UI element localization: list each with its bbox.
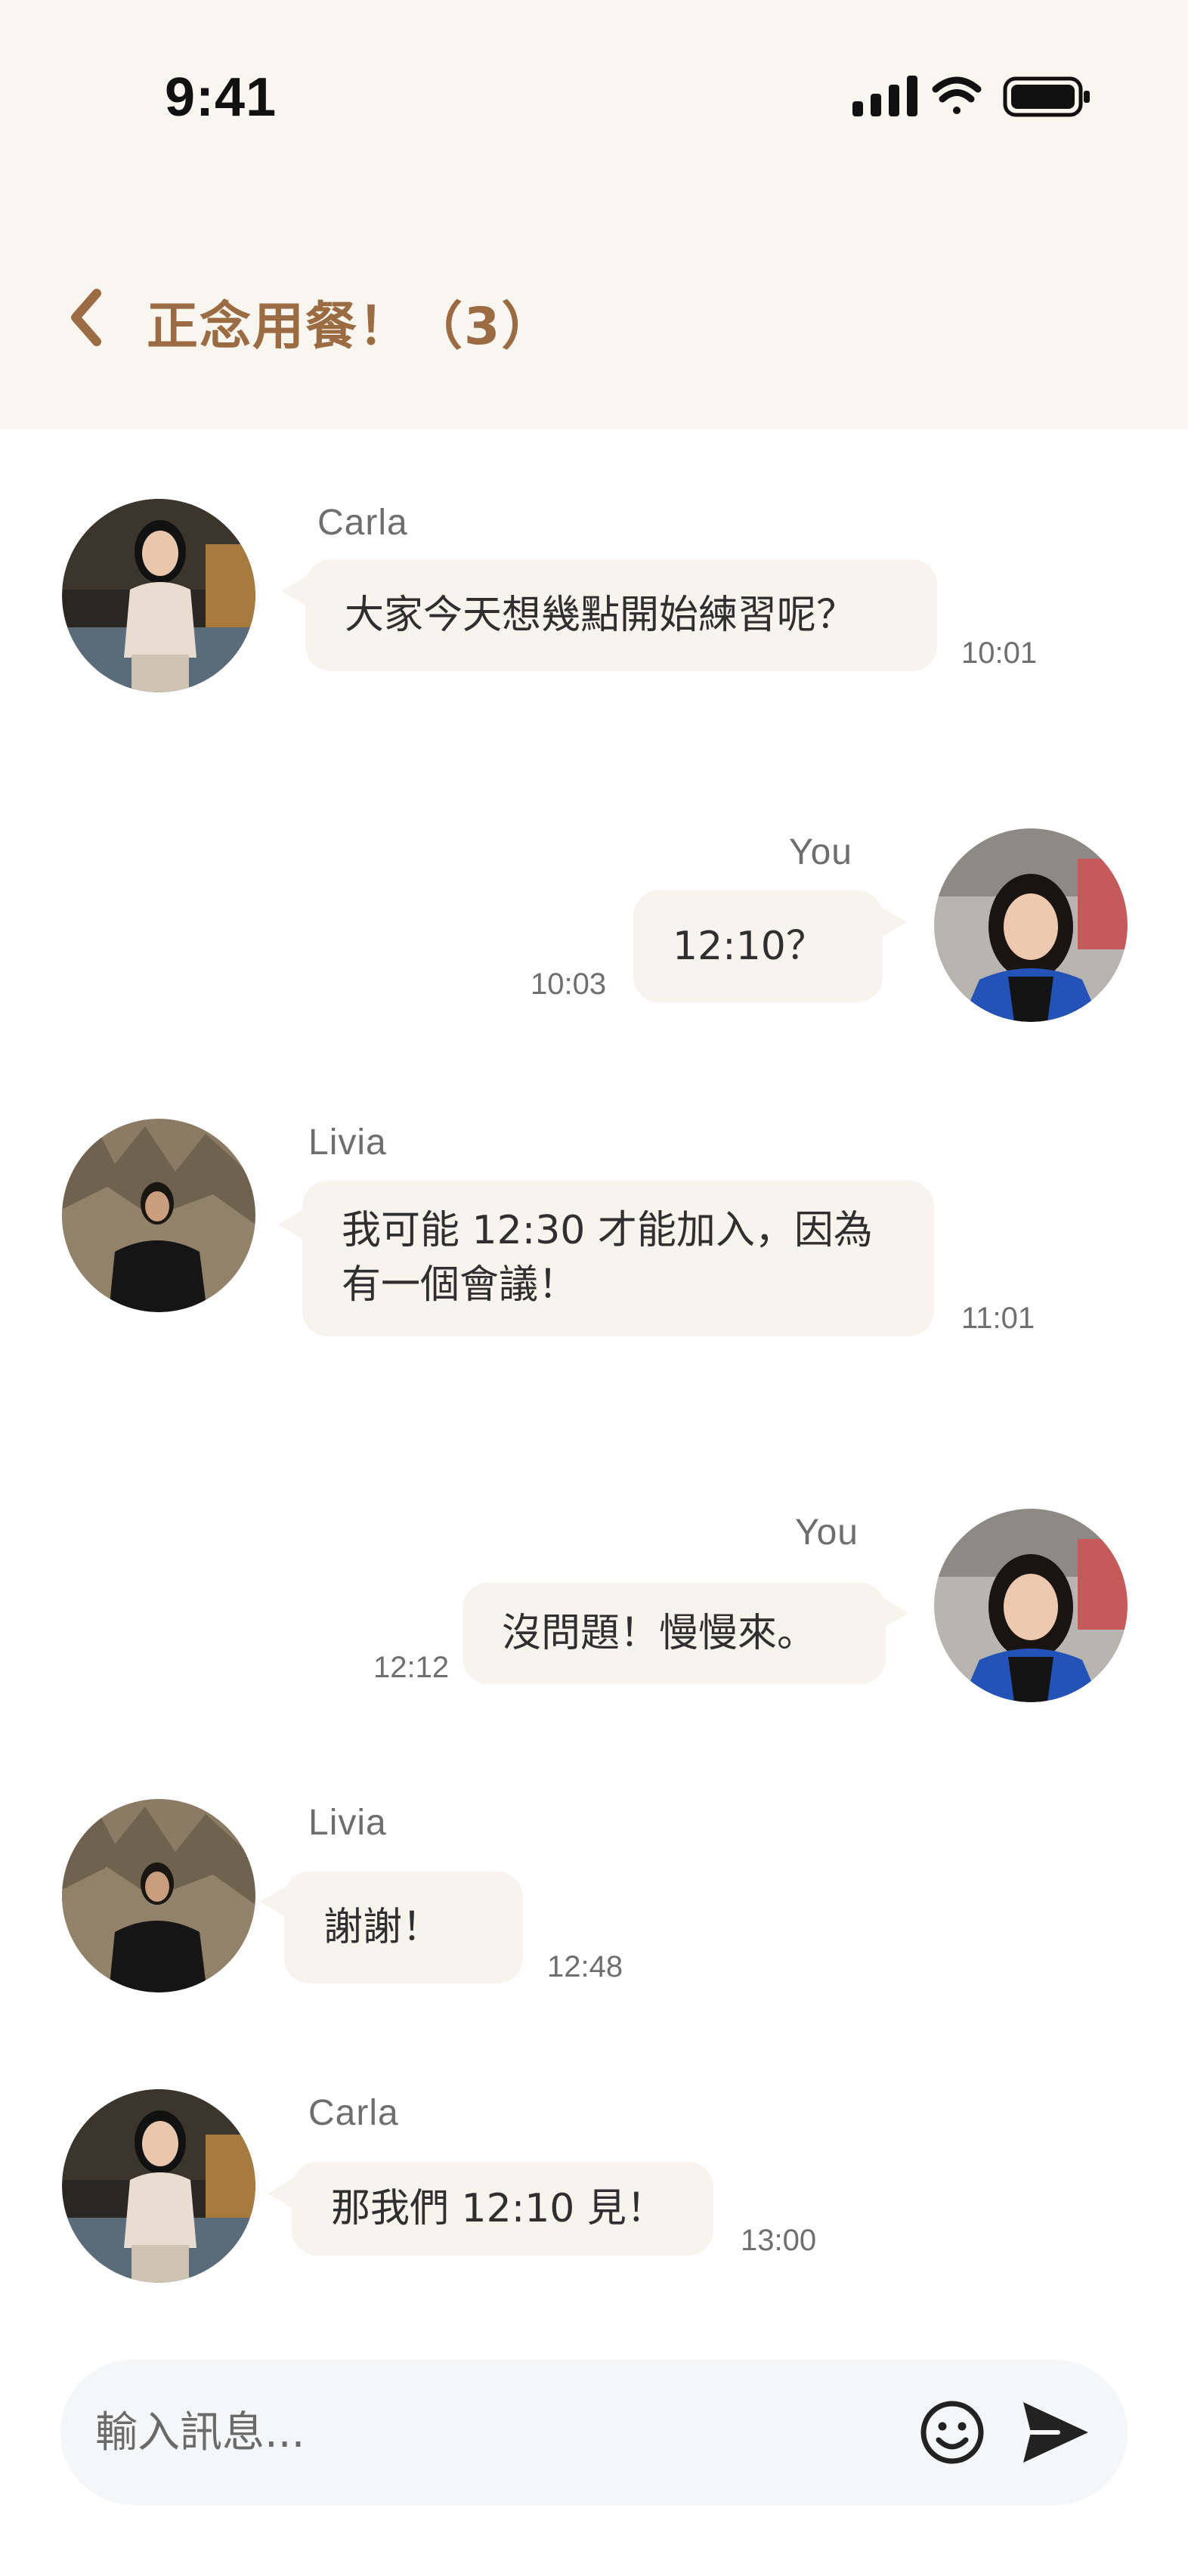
battery-icon (1003, 76, 1090, 117)
avatar-livia-image (62, 1799, 255, 1992)
message-bubble[interactable]: 大家今天想幾點開始練習呢？ (305, 559, 937, 671)
avatar-you[interactable] (934, 828, 1128, 1022)
sender-name: Carla (308, 2093, 399, 2133)
avatar-carla[interactable] (62, 2089, 255, 2283)
message-bubble[interactable]: 那我們 12:10 見！ (292, 2162, 713, 2256)
avatar-carla-image (62, 499, 255, 692)
avatar-you-image (934, 1509, 1128, 1702)
sender-name: You (795, 1512, 859, 1553)
bubble-tail (881, 907, 907, 937)
message-bubble[interactable]: 謝謝！ (284, 1872, 523, 1983)
sender-name: Livia (308, 1803, 387, 1843)
avatar-you-image (934, 828, 1128, 1022)
status-icons (852, 76, 1090, 117)
message-time: 11:01 (961, 1302, 1035, 1335)
message-text: 大家今天想幾點開始練習呢？ (345, 593, 856, 638)
message-time: 12:48 (547, 1950, 623, 1983)
avatar-carla-image (62, 2089, 255, 2283)
sender-name: Livia (308, 1122, 387, 1163)
bubble-tail (281, 576, 307, 606)
avatar-livia[interactable] (62, 1799, 255, 1992)
wifi-icon (932, 76, 982, 114)
message-time: 10:03 (531, 968, 607, 1001)
message-bubble[interactable]: 沒問題！慢慢來。 (463, 1583, 886, 1684)
message-text: 12:10？ (673, 924, 825, 969)
status-time: 9:41 (165, 67, 277, 128)
avatar-livia-image (62, 1119, 255, 1312)
bubble-tail (260, 1887, 286, 1917)
avatar-you[interactable] (934, 1509, 1128, 1702)
signal-icon (852, 76, 917, 116)
bubble-tail (883, 1598, 908, 1628)
message-composer (60, 2360, 1128, 2505)
chat-header: 9:41 正念用餐！（3） (0, 0, 1188, 429)
avatar-carla[interactable] (62, 499, 255, 692)
sender-name: Carla (317, 503, 408, 543)
message-bubble[interactable]: 12:10？ (633, 890, 883, 1002)
chat-title: 正念用餐！（3） (147, 297, 555, 357)
emoji-icon[interactable] (919, 2399, 985, 2466)
message-text-line1: 我可能 12:30 才能加入，因為 (342, 1208, 873, 1253)
sender-name: You (789, 832, 852, 872)
bubble-tail (278, 1209, 304, 1240)
avatar-livia[interactable] (62, 1119, 255, 1312)
message-input[interactable] (95, 2395, 911, 2470)
message-text: 謝謝！ (323, 1905, 442, 1950)
message-text-line2: 有一個會議！ (342, 1262, 578, 1308)
message-time: 10:01 (961, 636, 1038, 670)
bubble-tail (268, 2178, 293, 2209)
message-bubble[interactable]: 我可能 12:30 才能加入，因為 有一個會議！ (302, 1181, 934, 1336)
message-time: 13:00 (741, 2224, 817, 2257)
send-icon[interactable] (1019, 2398, 1091, 2467)
message-text: 那我們 12:10 見！ (331, 2186, 666, 2231)
message-time: 12:12 (373, 1651, 450, 1684)
back-chevron-icon[interactable] (53, 280, 128, 355)
message-text: 沒問題！慢慢來。 (502, 1611, 817, 1656)
